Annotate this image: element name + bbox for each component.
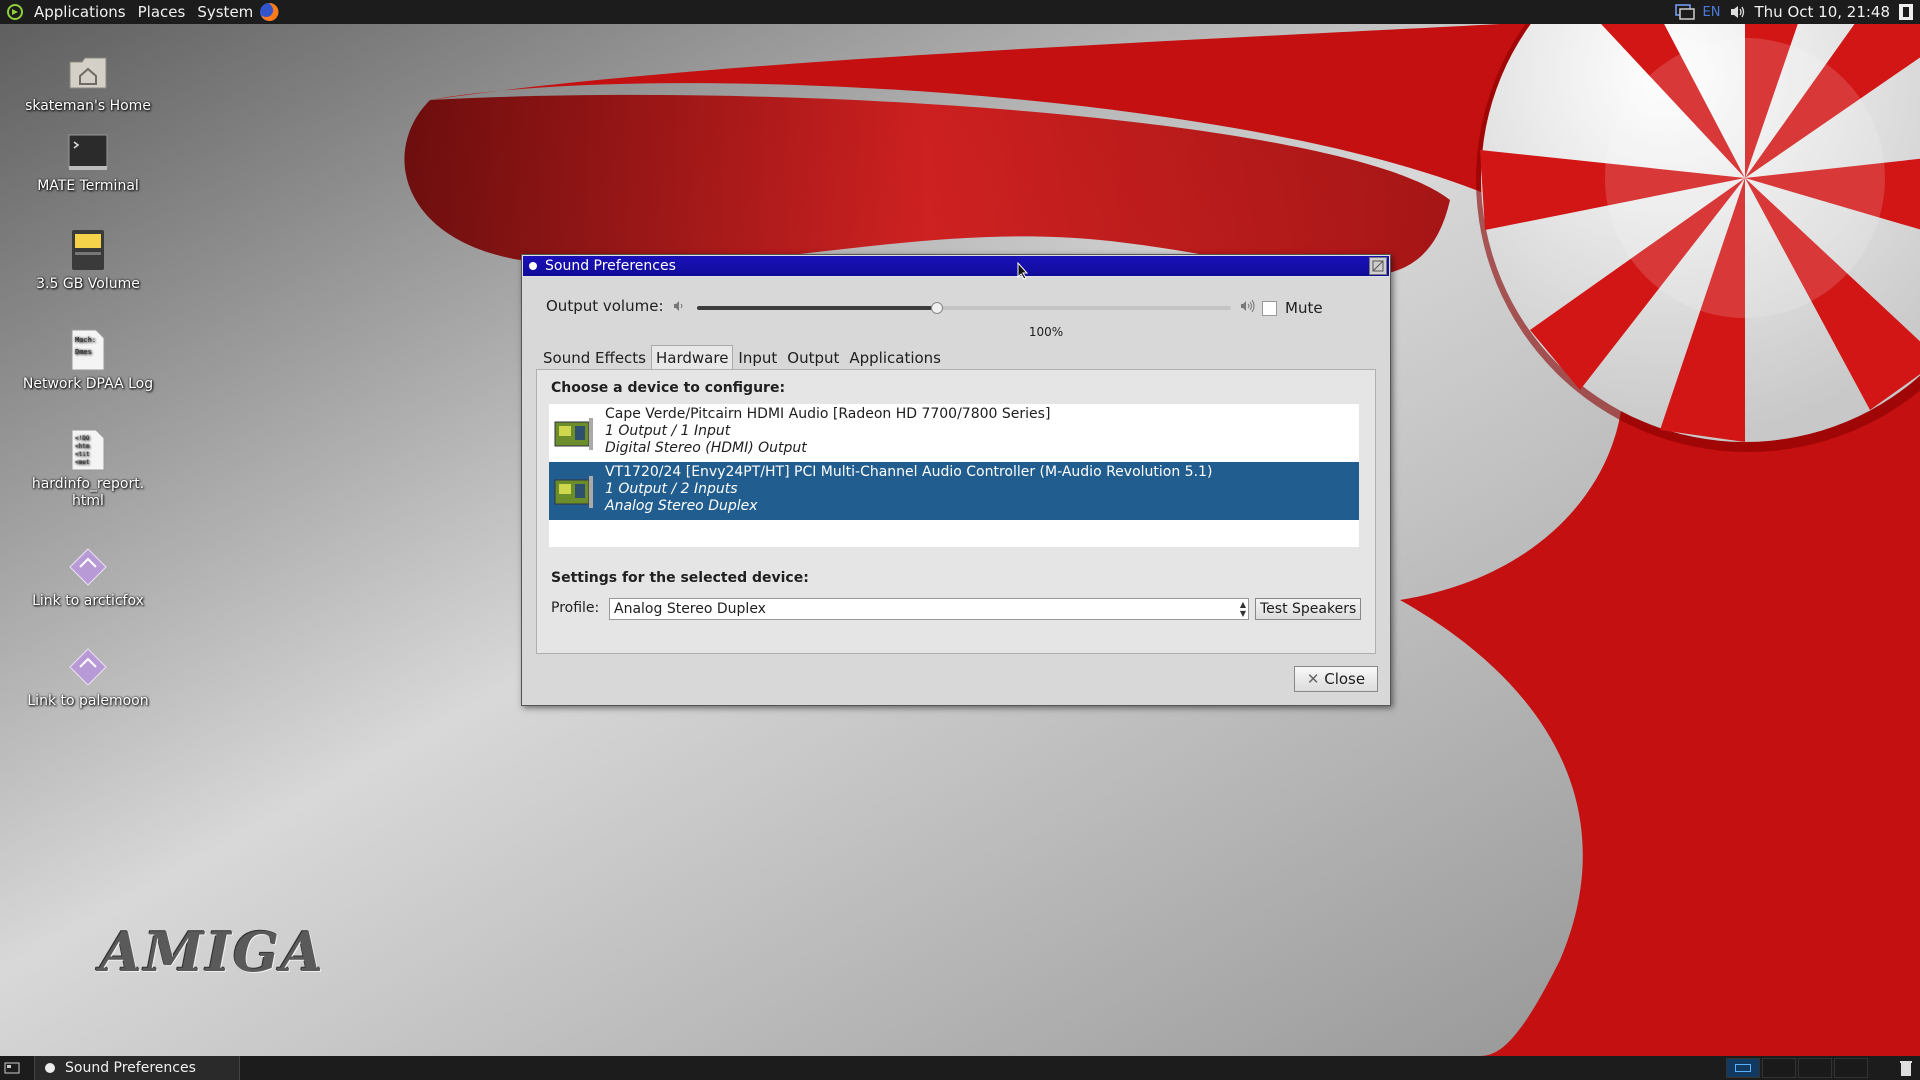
device-list[interactable]: Cape Verde/Pitcairn HDMI Audio [Radeon H… <box>549 404 1359 547</box>
tab-bar: Sound Effects Hardware Input Output Appl… <box>538 345 946 371</box>
show-desktop-icon[interactable] <box>4 1060 20 1076</box>
test-speakers-button[interactable]: Test Speakers <box>1255 598 1362 620</box>
svg-text:Dmes: Dmes <box>75 348 92 356</box>
device-row-envy24[interactable]: VT1720/24 [Envy24PT/HT] PCI Multi-Channe… <box>549 462 1359 520</box>
applications-menu[interactable]: Applications <box>28 0 132 24</box>
home-folder-icon <box>69 57 107 89</box>
clock[interactable]: Thu Oct 10, 21:48 <box>1755 3 1891 21</box>
top-panel: Applications Places System EN Thu Oct 10… <box>0 0 1920 24</box>
desktop-icon-label: Link to arcticfox <box>32 593 144 609</box>
volume-high-icon <box>1241 299 1255 313</box>
desktop-icon-label: skateman's Home <box>25 98 151 114</box>
device-name: Cape Verde/Pitcairn HDMI Audio [Radeon H… <box>605 406 1051 422</box>
window-content: Output volume: Mute 100% Sound Effects H… <box>536 277 1378 705</box>
desktop-icon-terminal[interactable]: MATE Terminal <box>13 130 163 195</box>
svg-text:<!DO: <!DO <box>75 435 90 442</box>
device-ports: 1 Output / 1 Input <box>605 423 731 439</box>
sound-preferences-window: Sound Preferences Output volume: Mute 10… <box>521 254 1391 706</box>
drive-icon <box>72 230 104 270</box>
desktop-icon-volume[interactable]: 3.5 GB Volume <box>13 228 163 293</box>
hardware-panel: Choose a device to configure: Cape Verde… <box>536 369 1376 654</box>
output-volume-fill <box>697 306 938 310</box>
html-file-icon: <!DO <htm <tit <met <box>71 429 105 471</box>
desktop-icon-label: Network DPAA Log <box>22 376 154 392</box>
mute-checkbox[interactable] <box>1262 301 1277 316</box>
taskbar-button-sound-preferences[interactable]: Sound Preferences <box>34 1056 240 1080</box>
maximize-icon <box>1372 260 1384 272</box>
terminal-icon <box>68 134 108 170</box>
profile-select[interactable]: Analog Stereo Duplex ▲ ▼ <box>609 598 1249 620</box>
desktop-icon-label: 3.5 GB Volume <box>36 276 140 292</box>
svg-text:Mach:: Mach: <box>75 336 96 344</box>
output-volume-row: Output volume: Mute <box>546 295 1376 319</box>
tab-hardware[interactable]: Hardware <box>651 345 734 371</box>
workspace-2[interactable] <box>1762 1058 1796 1078</box>
task-app-icon <box>45 1063 55 1073</box>
device-row-hdmi[interactable]: Cape Verde/Pitcairn HDMI Audio [Radeon H… <box>549 404 1359 462</box>
places-menu[interactable]: Places <box>132 0 192 24</box>
desktop-icon-label: MATE Terminal <box>37 178 139 194</box>
desktop-icon-html-report[interactable]: <!DO <htm <tit <met hardinfo_report. htm… <box>13 428 163 510</box>
trash-icon[interactable] <box>1898 1059 1914 1077</box>
volume-icon[interactable] <box>1729 4 1747 20</box>
output-volume-thumb[interactable] <box>931 302 944 314</box>
maximize-button[interactable] <box>1369 257 1387 275</box>
mouse-cursor-icon <box>1017 262 1029 280</box>
firefox-launcher-icon[interactable] <box>259 2 279 22</box>
sound-card-icon <box>554 476 593 508</box>
link-arcticfox-icon <box>69 548 107 586</box>
combo-arrows-icon: ▲ ▼ <box>1239 600 1246 618</box>
device-text: Cape Verde/Pitcairn HDMI Audio [Radeon H… <box>605 406 1050 457</box>
link-palemoon-icon <box>69 648 107 686</box>
text-file-icon: Mach: Dmes <box>71 329 105 371</box>
output-volume-label: Output volume: <box>546 297 664 315</box>
volume-low-icon <box>674 301 683 311</box>
user-switch-icon[interactable] <box>1898 3 1914 21</box>
tab-output[interactable]: Output <box>782 345 844 371</box>
close-icon: ✕ <box>1306 670 1320 688</box>
settings-heading: Settings for the selected device: <box>551 570 809 586</box>
device-name: VT1720/24 [Envy24PT/HT] PCI Multi-Channe… <box>605 464 1213 480</box>
amiga-logo: AMIGA <box>100 920 325 984</box>
device-profile: Digital Stereo (HDMI) Output <box>605 440 807 456</box>
desktop-icon-label: Link to palemoon <box>27 693 149 709</box>
desktop-icon-log[interactable]: Mach: Dmes Network DPAA Log <box>13 328 163 393</box>
output-volume-slider[interactable] <box>697 302 1231 314</box>
window-titlebar[interactable]: Sound Preferences <box>522 255 1390 277</box>
close-button[interactable]: ✕ Close <box>1294 666 1378 692</box>
workspace-4[interactable] <box>1834 1058 1868 1078</box>
volume-percentage: 100% <box>1028 325 1064 339</box>
window-menu-icon[interactable] <box>529 262 537 270</box>
workspace-3[interactable] <box>1798 1058 1832 1078</box>
task-label: Sound Preferences <box>65 1060 196 1076</box>
device-profile: Analog Stereo Duplex <box>605 498 758 514</box>
svg-text:<htm: <htm <box>75 443 90 450</box>
device-text: VT1720/24 [Envy24PT/HT] PCI Multi-Channe… <box>605 464 1212 515</box>
svg-text:<tit: <tit <box>75 451 90 458</box>
network-icon[interactable] <box>1674 4 1695 20</box>
keyboard-layout-indicator[interactable]: EN <box>1703 5 1721 20</box>
bottom-panel: Sound Preferences <box>0 1056 1920 1080</box>
desktop-icon-palemoon[interactable]: Link to palemoon <box>13 645 163 710</box>
profile-label: Profile: <box>551 600 600 616</box>
sound-card-icon <box>554 418 593 450</box>
close-label: Close <box>1324 670 1366 688</box>
profile-value: Analog Stereo Duplex <box>614 601 766 617</box>
mute-label[interactable]: Mute <box>1285 299 1323 317</box>
tab-sound-effects[interactable]: Sound Effects <box>538 345 651 371</box>
tab-input[interactable]: Input <box>733 345 782 371</box>
svg-text:<met: <met <box>75 459 90 466</box>
workspace-switcher[interactable] <box>1724 1058 1868 1078</box>
choose-device-heading: Choose a device to configure: <box>551 380 786 396</box>
system-menu[interactable]: System <box>191 0 259 24</box>
window-title: Sound Preferences <box>545 258 676 274</box>
device-ports: 1 Output / 2 Inputs <box>605 481 738 497</box>
desktop-icon-arcticfox[interactable]: Link to arcticfox <box>13 545 163 610</box>
desktop-icon-label: hardinfo_report. html <box>31 476 145 509</box>
mate-logo-icon[interactable] <box>6 3 24 21</box>
workspace-1[interactable] <box>1726 1058 1760 1078</box>
tab-applications[interactable]: Applications <box>844 345 946 371</box>
desktop-icon-home[interactable]: skateman's Home <box>13 50 163 115</box>
